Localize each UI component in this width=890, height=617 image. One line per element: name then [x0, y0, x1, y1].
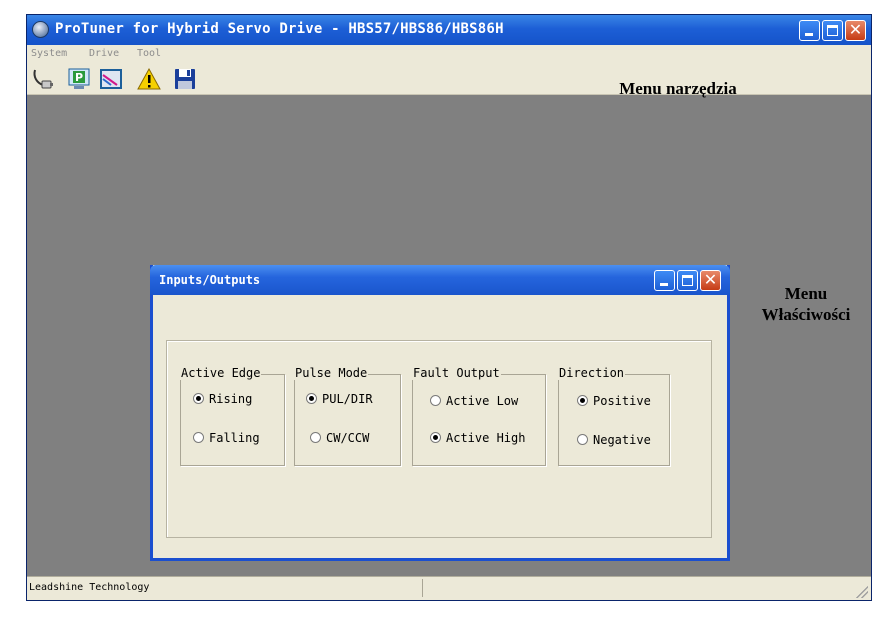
- maximize-icon: [682, 275, 693, 286]
- save-disk-icon[interactable]: [173, 67, 197, 91]
- warning-icon[interactable]: [137, 67, 161, 91]
- dialog-minimize-button[interactable]: [654, 270, 675, 291]
- minimize-button[interactable]: [799, 20, 820, 41]
- radio-label: Negative: [593, 433, 651, 447]
- group-label-fault-output: Fault Output: [412, 366, 501, 380]
- waveform-graph-icon[interactable]: [99, 67, 123, 91]
- radio-label: CW/CCW: [326, 431, 370, 445]
- resize-grip-icon[interactable]: [856, 586, 868, 598]
- status-text: Leadshine Technology: [27, 579, 423, 597]
- toolbar-annotation: Menu narzędzia: [619, 79, 737, 98]
- group-label-pulse-mode: Pulse Mode: [294, 366, 369, 380]
- radio-positive[interactable]: Positive: [577, 394, 651, 408]
- group-label-active-edge: Active Edge: [180, 366, 262, 380]
- radio-indicator: [310, 432, 321, 443]
- svg-text:P: P: [75, 71, 83, 84]
- radio-rising[interactable]: Rising: [193, 392, 252, 406]
- radio-pul-dir[interactable]: PUL/DIR: [306, 392, 373, 406]
- dialog-title: Inputs/Outputs: [159, 273, 261, 287]
- radio-selected-indicator: [306, 393, 317, 404]
- radio-selected-indicator: [430, 432, 441, 443]
- radio-active-high[interactable]: Active High: [430, 431, 525, 445]
- radio-label: Active Low: [446, 394, 519, 408]
- radio-label: Positive: [593, 394, 651, 408]
- radio-falling[interactable]: Falling: [193, 431, 260, 445]
- radio-indicator: [577, 434, 588, 445]
- close-icon: ✕: [703, 270, 718, 289]
- app-icon[interactable]: [32, 21, 49, 38]
- radio-indicator: [193, 432, 204, 443]
- group-label-direction: Direction: [558, 366, 626, 380]
- close-icon: ✕: [848, 20, 863, 39]
- close-button[interactable]: ✕: [845, 20, 866, 41]
- radio-label: Rising: [209, 392, 253, 406]
- radio-negative[interactable]: Negative: [577, 433, 651, 447]
- radio-selected-indicator: [193, 393, 204, 404]
- settings-frame: Active Edge Rising Falling Pulse Mode PU…: [166, 340, 712, 538]
- menu-system[interactable]: System: [31, 48, 67, 59]
- status-bar: Leadshine Technology: [27, 576, 871, 600]
- group-pulse-mode: Pulse Mode PUL/DIR CW/CCW: [294, 366, 401, 466]
- radio-cw-ccw[interactable]: CW/CCW: [310, 431, 369, 445]
- properties-annotation-line1: Menu: [784, 284, 828, 303]
- radio-label: Falling: [209, 431, 260, 445]
- properties-annotation-line2: Właściwości: [761, 305, 851, 324]
- menu-drive[interactable]: Drive: [89, 48, 119, 59]
- group-direction: Direction Positive Negative: [558, 366, 670, 466]
- group-fault-output: Fault Output Active Low Active High: [412, 366, 546, 466]
- group-active-edge: Active Edge Rising Falling: [180, 366, 285, 466]
- dialog-title-bar[interactable]: Inputs/Outputs ✕: [150, 265, 730, 295]
- minimize-icon: [660, 283, 668, 286]
- workspace-area: Inputs/Outputs ✕ Active Edge Rising Fall…: [27, 95, 871, 578]
- radio-label: Active High: [446, 431, 526, 445]
- radio-indicator: [430, 395, 441, 406]
- radio-label: PUL/DIR: [322, 392, 373, 406]
- dialog-maximize-button[interactable]: [677, 270, 698, 291]
- window-title: ProTuner for Hybrid Servo Drive - HBS57/…: [55, 21, 504, 37]
- menu-tool[interactable]: Tool: [137, 48, 161, 59]
- radio-selected-indicator: [577, 395, 588, 406]
- inputs-outputs-dialog: Inputs/Outputs ✕ Active Edge Rising Fall…: [150, 265, 730, 561]
- maximize-icon: [827, 25, 838, 36]
- radio-active-low[interactable]: Active Low: [430, 394, 518, 408]
- parameter-p-icon[interactable]: P: [67, 67, 91, 91]
- maximize-button[interactable]: [822, 20, 843, 41]
- menu-bar: System Drive Tool: [27, 45, 871, 63]
- dialog-close-button[interactable]: ✕: [700, 270, 721, 291]
- connect-cable-icon[interactable]: [31, 67, 55, 91]
- minimize-icon: [805, 33, 813, 36]
- title-bar[interactable]: ProTuner for Hybrid Servo Drive - HBS57/…: [27, 15, 871, 45]
